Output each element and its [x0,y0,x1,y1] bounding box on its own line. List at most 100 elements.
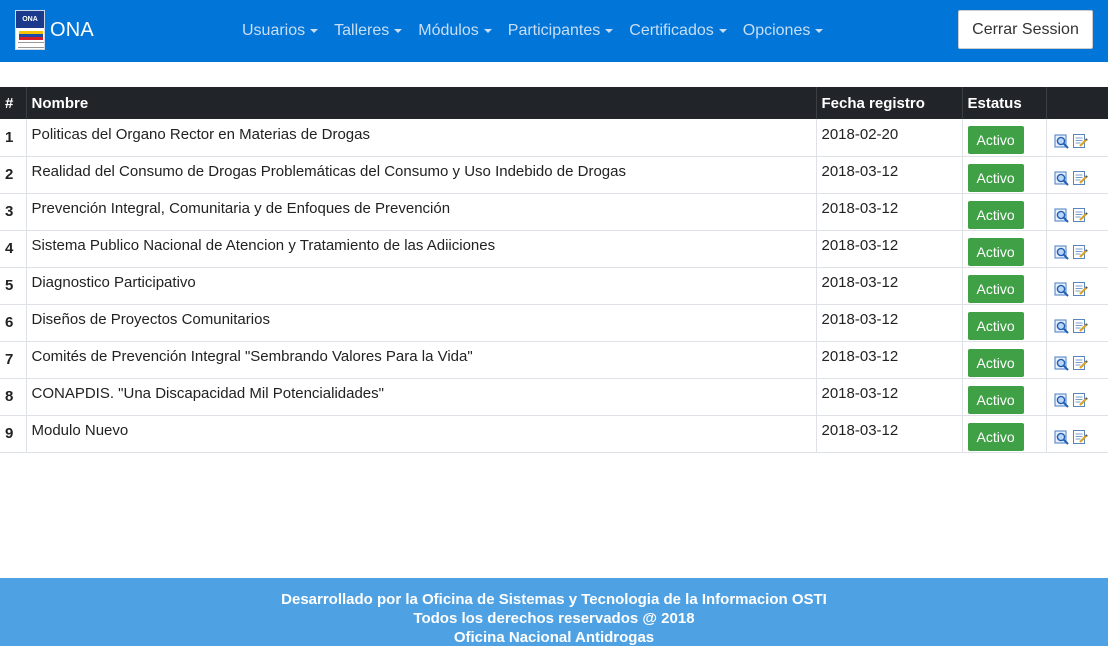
module-name: Realidad del Consumo de Drogas Problemát… [26,156,817,194]
row-number: 5 [0,267,27,305]
magnifier-view-icon[interactable] [1054,207,1070,223]
magnifier-view-icon[interactable] [1054,244,1070,260]
status-cell: Activo [962,193,1047,231]
row-number: 9 [0,415,27,453]
magnifier-view-icon[interactable] [1054,392,1070,408]
registration-date: 2018-03-12 [816,341,963,379]
module-name: Modulo Nuevo [26,415,817,453]
column-header-name: Nombre [26,87,817,119]
status-cell: Activo [962,156,1047,194]
actions-cell [1046,230,1108,268]
row-number: 2 [0,156,27,194]
registration-date: 2018-03-12 [816,378,963,416]
magnifier-view-icon[interactable] [1054,355,1070,371]
registration-date: 2018-03-12 [816,415,963,453]
module-name: CONAPDIS. "Una Discapacidad Mil Potencia… [26,378,817,416]
status-cell: Activo [962,230,1047,268]
module-name: Diagnostico Participativo [26,267,817,305]
nav-participantes[interactable]: Participantes [500,22,622,40]
actions-cell [1046,193,1108,231]
table-row: 4 Sistema Publico Nacional de Atencion y … [0,230,1108,268]
registration-date: 2018-03-12 [816,267,963,305]
caret-down-icon [718,29,727,33]
actions-cell [1046,378,1108,416]
caret-down-icon [815,29,824,33]
status-badge[interactable]: Activo [967,200,1024,229]
status-badge[interactable]: Activo [967,237,1024,266]
column-header-status: Estatus [962,87,1047,119]
module-name: Comités de Prevención Integral "Sembrand… [26,341,817,379]
status-cell: Activo [962,119,1047,157]
nav-certificados[interactable]: Certificados [621,22,734,40]
magnifier-view-icon[interactable] [1054,133,1070,149]
caret-down-icon [310,29,319,33]
column-header-actions [1046,87,1108,119]
edit-document-icon[interactable] [1072,392,1088,408]
caret-down-icon [483,29,492,33]
status-cell: Activo [962,267,1047,305]
status-badge[interactable]: Activo [967,348,1024,377]
status-cell: Activo [962,378,1047,416]
registration-date: 2018-03-12 [816,230,963,268]
edit-document-icon[interactable] [1072,170,1088,186]
nav-usuarios[interactable]: Usuarios [234,22,326,40]
module-name: Diseños de Proyectos Comunitarios [26,304,817,342]
row-number: 7 [0,341,27,379]
actions-cell [1046,341,1108,379]
magnifier-view-icon[interactable] [1054,170,1070,186]
actions-cell [1046,267,1108,305]
actions-cell [1046,119,1108,157]
edit-document-icon[interactable] [1072,281,1088,297]
status-badge[interactable]: Activo [967,422,1024,451]
magnifier-view-icon[interactable] [1054,281,1070,297]
nav-talleres-label: Talleres [334,22,390,39]
ona-logo: ONA [15,10,45,50]
edit-document-icon[interactable] [1072,207,1088,223]
actions-cell [1046,156,1108,194]
nav-opciones-label: Opciones [742,22,811,39]
magnifier-view-icon[interactable] [1054,318,1070,334]
actions-cell [1046,304,1108,342]
footer-line-3: Oficina Nacional Antidrogas [453,629,655,646]
footer-line-2: Todos los derechos reservados @ 2018 [413,610,695,627]
table-row: 8 CONAPDIS. "Una Discapacidad Mil Potenci… [0,378,1108,416]
edit-document-icon[interactable] [1072,318,1088,334]
table-row: 9 Modulo Nuevo 2018-03-12 Activo [0,415,1108,453]
registration-date: 2018-02-20 [816,119,963,157]
nav-talleres[interactable]: Talleres [326,22,410,40]
status-badge[interactable]: Activo [967,163,1024,192]
actions-cell [1046,415,1108,453]
table-row: 1 Politicas del Organo Rector en Materias… [0,119,1108,157]
row-number: 8 [0,378,27,416]
status-badge[interactable]: Activo [967,311,1024,340]
edit-document-icon[interactable] [1072,244,1088,260]
nav-usuarios-label: Usuarios [242,22,306,39]
edit-document-icon[interactable] [1072,355,1088,371]
logout-button[interactable]: Cerrar Session [958,10,1093,49]
module-name: Sistema Publico Nacional de Atencion y T… [26,230,817,268]
status-badge[interactable]: Activo [967,385,1024,414]
module-name: Prevención Integral, Comunitaria y de En… [26,193,817,231]
top-navbar: ONA ONA Usuarios Talleres Módulos Partic… [0,0,1108,62]
registration-date: 2018-03-12 [816,304,963,342]
edit-document-icon[interactable] [1072,429,1088,445]
edit-document-icon[interactable] [1072,133,1088,149]
brand-link[interactable]: ONA ONA [15,10,94,50]
magnifier-view-icon[interactable] [1054,429,1070,445]
status-badge[interactable]: Activo [967,274,1024,303]
status-cell: Activo [962,304,1047,342]
page-footer: Desarrollado por la Oficina de Sistemas … [0,578,1108,646]
row-number: 3 [0,193,27,231]
nav-modulos[interactable]: Módulos [410,22,499,40]
column-header-number: # [0,87,27,119]
table-row: 6 Diseños de Proyectos Comunitarios 2018-0… [0,304,1108,342]
status-badge[interactable]: Activo [967,126,1024,155]
logo-text: ONA [16,11,44,28]
row-number: 1 [0,119,27,157]
table-header-row: # Nombre Fecha registro Estatus [0,87,1108,119]
column-header-date: Fecha registro [816,87,963,119]
nav-opciones[interactable]: Opciones [735,22,832,40]
modules-table-container: # Nombre Fecha registro Estatus 1 Politic… [0,87,1108,453]
brand-name: ONA [50,18,94,41]
table-row: 3 Prevención Integral, Comunitaria y de E… [0,193,1108,231]
